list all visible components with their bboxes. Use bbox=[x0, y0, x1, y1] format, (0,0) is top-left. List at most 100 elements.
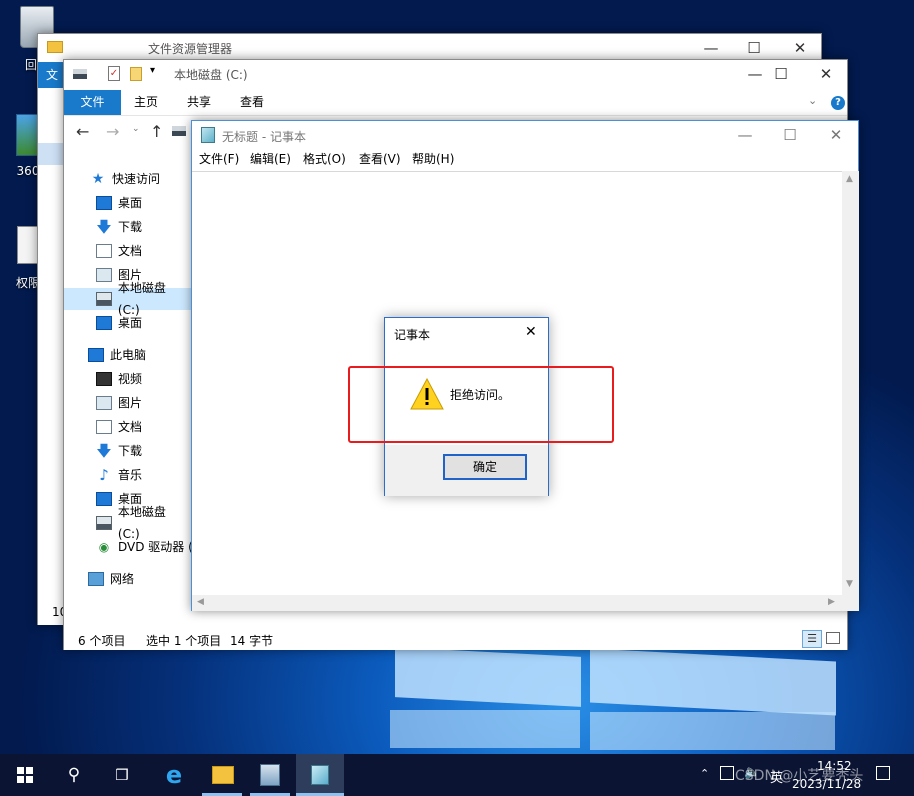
chevron-down-icon[interactable]: ▾ bbox=[150, 65, 155, 76]
nav-network[interactable]: 网络 bbox=[88, 568, 134, 590]
menu-help[interactable]: 帮助(H) bbox=[412, 149, 454, 169]
drive-icon bbox=[73, 69, 87, 79]
back-arrow-icon[interactable]: ← bbox=[76, 122, 89, 141]
taskbar: ⚲ ❒ e ⌃ 🔈 英 14:52 2023/11/28 CSDN @小艺要秃头 bbox=[0, 754, 914, 796]
nav-dvd[interactable]: ◉ DVD 驱动器 ( bbox=[96, 536, 193, 558]
maximize-icon[interactable]: ☐ bbox=[767, 121, 813, 149]
menu-view[interactable]: 查看(V) bbox=[359, 149, 401, 169]
folder-icon bbox=[47, 41, 63, 53]
close-icon[interactable]: ✕ bbox=[813, 121, 859, 149]
wallpaper-pane bbox=[390, 710, 580, 748]
horizontal-scrollbar[interactable]: ◀ ▶ bbox=[192, 595, 842, 611]
maximize-icon[interactable]: ☐ bbox=[731, 34, 777, 62]
window-title: 无标题 - 记事本 bbox=[222, 130, 306, 144]
task-view-icon[interactable]: ❒ bbox=[98, 754, 146, 796]
details-view-icon[interactable]: ☰ bbox=[802, 630, 822, 648]
menu-edit[interactable]: 编辑(E) bbox=[250, 149, 291, 169]
server-manager-icon[interactable] bbox=[246, 754, 294, 796]
file-explorer-icon[interactable] bbox=[198, 754, 246, 796]
star-icon: ★ bbox=[91, 171, 105, 187]
nav-local-disk[interactable]: 本地磁盘 (C:) bbox=[96, 281, 191, 317]
nav-this-pc[interactable]: 此电脑 bbox=[88, 344, 146, 366]
chevron-down-icon[interactable]: ⌄ bbox=[132, 124, 140, 134]
notepad-taskbar-icon[interactable] bbox=[296, 754, 344, 796]
menu-bar: 文件(F) 编辑(E) 格式(O) 查看(V) 帮助(H) bbox=[192, 149, 858, 170]
title-bar: 文件资源管理器 — ☐ ✕ bbox=[38, 34, 821, 62]
help-icon[interactable]: ? bbox=[831, 96, 845, 110]
nav-videos[interactable]: 视频 bbox=[96, 368, 142, 390]
desktop-icon bbox=[96, 316, 112, 330]
ok-button[interactable]: 确定 bbox=[443, 454, 527, 480]
close-icon[interactable]: ✕ bbox=[525, 324, 537, 340]
scroll-left-icon[interactable]: ◀ bbox=[197, 597, 204, 607]
ribbon-tabs: 文件 主页 共享 查看 ⌄ ? bbox=[64, 88, 847, 116]
minimize-icon[interactable]: — bbox=[688, 34, 734, 62]
search-icon[interactable]: ⚲ bbox=[50, 754, 98, 796]
tab-share[interactable]: 共享 bbox=[187, 90, 211, 115]
up-arrow-icon[interactable]: ↑ bbox=[150, 122, 163, 141]
size-grip[interactable] bbox=[842, 595, 859, 611]
wallpaper-pane bbox=[395, 647, 581, 707]
desktop-icon bbox=[96, 492, 112, 506]
picture-icon bbox=[96, 268, 112, 282]
download-icon: 🡇 bbox=[96, 218, 112, 236]
dialog-title-bar: 记事本 ✕ bbox=[385, 318, 548, 348]
minimize-icon[interactable]: — bbox=[722, 121, 768, 149]
nav-desktop[interactable]: 桌面 bbox=[96, 192, 142, 214]
dialog-title: 记事本 bbox=[394, 328, 431, 342]
close-icon[interactable]: ✕ bbox=[777, 34, 823, 62]
scroll-down-icon[interactable]: ▼ bbox=[846, 579, 853, 589]
vertical-scrollbar[interactable]: ▲ ▼ bbox=[842, 171, 859, 595]
address-bar: ← → ⌄ ↑ bbox=[64, 117, 194, 147]
nav-quick-access[interactable]: ★ 快速访问 bbox=[90, 168, 160, 190]
nav-local-disk-2[interactable]: 本地磁盘 (C:) bbox=[96, 505, 191, 541]
dialog-footer: 确定 bbox=[385, 445, 548, 496]
chevron-up-icon[interactable]: ⌃ bbox=[700, 767, 709, 780]
nav-music[interactable]: ♪ 音乐 bbox=[96, 464, 142, 486]
title-bar: 无标题 - 记事本 — ☐ ✕ bbox=[192, 121, 858, 149]
selected-row bbox=[38, 143, 66, 165]
forward-arrow-icon[interactable]: → bbox=[106, 122, 119, 141]
start-icon[interactable] bbox=[0, 754, 50, 796]
close-icon[interactable]: ✕ bbox=[803, 60, 849, 88]
nav-downloads[interactable]: 🡇 下载 bbox=[96, 216, 142, 238]
picture-icon bbox=[96, 396, 112, 410]
dvd-icon: ◉ bbox=[98, 540, 110, 554]
download-icon: 🡇 bbox=[96, 442, 112, 460]
tab-view[interactable]: 查看 bbox=[240, 90, 264, 115]
network-tray-icon[interactable] bbox=[720, 766, 734, 780]
video-icon bbox=[96, 372, 112, 386]
large-icons-view-icon[interactable] bbox=[826, 632, 840, 644]
properties-icon[interactable]: ✓ bbox=[108, 66, 120, 81]
watermark: CSDN @小艺要秃头 bbox=[735, 768, 864, 784]
expand-ribbon-icon[interactable]: ⌄ bbox=[808, 94, 817, 107]
window-title: 文件资源管理器 bbox=[148, 42, 233, 56]
network-icon bbox=[88, 572, 104, 586]
maximize-icon[interactable]: ☐ bbox=[758, 60, 804, 88]
nav-documents[interactable]: 文档 bbox=[96, 240, 142, 262]
ie-browser-icon[interactable]: e bbox=[150, 754, 198, 796]
drive-icon bbox=[96, 292, 112, 306]
menu-format[interactable]: 格式(O) bbox=[303, 149, 346, 169]
ribbon-tab-file[interactable]: 文 bbox=[38, 62, 66, 88]
nav-pane-back: 10 bbox=[38, 88, 67, 625]
red-highlight-box bbox=[348, 366, 614, 443]
tab-home[interactable]: 主页 bbox=[134, 90, 158, 115]
status-bar: 6 个项目 选中 1 个项目 14 字节 ☰ bbox=[64, 628, 847, 650]
scroll-right-icon[interactable]: ▶ bbox=[828, 597, 835, 607]
scroll-up-icon[interactable]: ▲ bbox=[846, 174, 853, 184]
new-folder-icon[interactable] bbox=[130, 67, 142, 81]
document-icon bbox=[96, 244, 112, 258]
nav-desktop-2[interactable]: 桌面 bbox=[96, 312, 142, 334]
menu-file[interactable]: 文件(F) bbox=[199, 149, 239, 169]
nav-documents-2[interactable]: 文档 bbox=[96, 416, 142, 438]
desktop-icon bbox=[96, 196, 112, 210]
nav-pictures-2[interactable]: 图片 bbox=[96, 392, 142, 414]
tab-file[interactable]: 文件 bbox=[64, 90, 121, 115]
nav-downloads-2[interactable]: 🡇 下载 bbox=[96, 440, 142, 462]
drive-icon bbox=[172, 126, 186, 136]
document-icon bbox=[96, 420, 112, 434]
navigation-pane: ★ 快速访问 桌面 🡇 下载 文档 图片 本地磁盘 (C:) 桌面 此电脑 视频 图… bbox=[64, 168, 193, 628]
action-center-icon[interactable] bbox=[876, 766, 890, 780]
notepad-app-icon bbox=[201, 127, 215, 143]
